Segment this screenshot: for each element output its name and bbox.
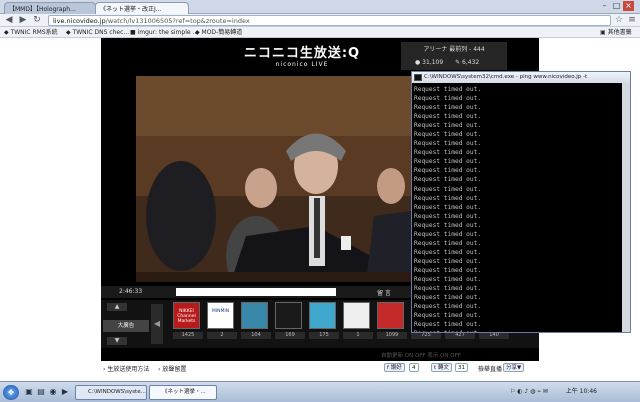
viewer-count: 31,109 — [422, 59, 444, 66]
taskbar: ❖ ▣ ▤ ◉ ▶ C:\WINDOWS\syste... 《ネット選挙・...… — [0, 381, 640, 402]
ad-thumbnail[interactable]: NIKKEI Channel Markets — [173, 302, 200, 329]
bookmark-imgur[interactable]: ■ imgur: the simple ... — [130, 28, 198, 37]
url-domain: live.nicovideo.jp — [53, 17, 106, 25]
ad-count: 1099 — [377, 332, 407, 339]
tab-label: 【MMD】【Holograph... — [9, 6, 76, 13]
wrench-icon[interactable]: ≡ — [627, 15, 637, 25]
footer-link-label: 生放送使用方法 — [107, 366, 150, 373]
cmd-title: C:\WINDOWS\system32\cmd.exe - ping www.n… — [424, 74, 588, 80]
ad-thumbnail[interactable] — [309, 302, 336, 329]
ad-thumbnail[interactable] — [377, 302, 404, 329]
twitter-share-button[interactable]: t 轉文 — [431, 363, 452, 372]
system-tray: ⚐ ◐ ♪ ◍ ⌁ ✉ 上午 10:46 — [510, 386, 597, 398]
start-button[interactable]: ❖ — [3, 385, 19, 400]
big-ad-label[interactable]: 大廣告 — [103, 320, 149, 332]
task-label: C:\WINDOWS\syste... — [88, 389, 146, 395]
bookmark-label: TWNIC RMS系統 — [10, 29, 58, 36]
arena-title: アリーナ 最前列 - 444 — [423, 46, 485, 53]
desktop-icon[interactable]: ▣ — [24, 387, 34, 397]
ad-count: 169 — [275, 332, 305, 339]
share-dropdown-button[interactable]: 分享▼ — [503, 363, 525, 372]
arena-stats: ● 31,109 ✎ 6,432 — [401, 59, 507, 66]
bookmarks-bar: ◆ TWNIC RMS系統 ◆ TWNIC DNS chec... ■ imgu… — [0, 27, 640, 38]
facebook-like-button[interactable]: f 讚好 — [384, 363, 405, 372]
comment-count: 6,432 — [462, 59, 480, 66]
task-chrome[interactable]: 《ネット選挙・... — [149, 385, 217, 400]
close-icon[interactable]: × — [623, 1, 634, 11]
bookmark-twnic-rms[interactable]: ◆ TWNIC RMS系統 — [4, 28, 58, 37]
bookmark-mod[interactable]: ◆ MOD-簡易轉道 — [195, 28, 242, 37]
cmd-titlebar[interactable]: C:\WINDOWS\system32\cmd.exe - ping www.n… — [412, 72, 630, 83]
logo-sub-text: niconico LIVE — [275, 61, 329, 68]
rail-down-button[interactable]: ▼ — [107, 337, 127, 345]
browser-tab-niconico[interactable]: 《ネット選挙・改正J... — [95, 2, 189, 14]
browser-toolbar: ◀ ▶ ↻ live.nicovideo.jp/watch/lv13100650… — [0, 14, 640, 27]
tray-icons[interactable]: ⚐ ◐ ♪ ◍ ⌁ ✉ — [510, 388, 550, 395]
ad-count: 427 — [445, 332, 475, 339]
rail-up-button[interactable]: ▲ — [107, 303, 127, 311]
video-content-image — [136, 76, 414, 282]
cmd-scrollbar[interactable] — [622, 83, 630, 332]
comment-submit-button[interactable]: 留 言 — [377, 288, 391, 297]
bookmark-label: MOD-簡易轉道 — [201, 29, 243, 36]
star-icon[interactable]: ☆ — [614, 15, 624, 25]
bookmark-twnic-dns[interactable]: ◆ TWNIC DNS chec... — [66, 28, 129, 37]
other-bookmarks[interactable]: ▣ 其他書籤 — [600, 28, 632, 37]
ad-count: 175 — [309, 332, 339, 339]
footer-link-label: 放聲留置 — [162, 366, 187, 373]
tab-label: 《ネット選挙・改正J... — [100, 6, 162, 13]
browser-quicklaunch-icon[interactable]: ◉ — [48, 387, 58, 397]
page-footer: › 生放送使用方法 › 放聲留置 f 讚好 4 t 轉文 31 檢舉直播 分享▼ — [0, 361, 640, 381]
ad-thumbnail[interactable] — [241, 302, 268, 329]
video-frame[interactable] — [136, 76, 414, 282]
task-cmd[interactable]: C:\WINDOWS\syste... — [75, 385, 147, 400]
maximize-icon[interactable]: □ — [611, 1, 622, 11]
fb-count: 4 — [409, 363, 419, 372]
comment-input[interactable] — [176, 288, 336, 296]
url-path: /watch/lv131006505?ref=top&zroute=index — [105, 17, 250, 25]
share-count: 31 — [455, 363, 468, 372]
minimize-icon[interactable]: – — [599, 1, 610, 11]
ad-thumbnail[interactable] — [343, 302, 370, 329]
elapsed-time: 2:46:33 — [119, 288, 143, 295]
folder-icon[interactable]: ▤ — [36, 387, 46, 397]
ad-thumbnail[interactable] — [275, 302, 302, 329]
cmd-output: Request timed out. Request timed out. Re… — [414, 86, 482, 332]
cmd-window[interactable]: C:\WINDOWS\system32\cmd.exe - ping www.n… — [411, 71, 631, 333]
footer-link-report[interactable]: › 放聲留置 — [158, 364, 186, 373]
arena-panel: アリーナ 最前列 - 444 ● 31,109 ✎ 6,432 — [401, 42, 507, 70]
browser-tab-strip: 【MMD】【Holograph... 《ネット選挙・改正J... – □ × — [0, 0, 640, 14]
report-live-link[interactable]: 檢舉直播 — [478, 364, 502, 373]
viewer-icon: ● — [415, 59, 421, 66]
ad-count: 1 — [343, 332, 373, 339]
fb-label: 讚好 — [390, 365, 402, 371]
comment-icon: ✎ — [455, 59, 461, 66]
niconico-live-logo: ニコニコ生放送:Q niconico LIVE — [207, 42, 397, 72]
ad-count: 140 — [479, 332, 509, 339]
ad-count: 725 — [411, 332, 441, 339]
ad-count: 1425 — [173, 332, 203, 339]
bookmark-label: imgur: the simple ... — [137, 29, 199, 36]
reload-icon[interactable]: ↻ — [32, 15, 42, 25]
forward-icon[interactable]: ▶ — [18, 15, 28, 25]
other-bookmarks-label: 其他書籤 — [607, 29, 632, 36]
display-toggles[interactable]: 自動更新 ON OFF 表示 ON OFF — [381, 351, 461, 359]
ad-count: 104 — [241, 332, 271, 339]
ad-count: 2 — [207, 332, 237, 339]
media-icon[interactable]: ▶ — [60, 387, 70, 397]
address-bar[interactable]: live.nicovideo.jp/watch/lv131006505?ref=… — [48, 15, 611, 26]
bookmark-label: TWNIC DNS chec... — [72, 29, 130, 36]
rail-prev-icon[interactable]: ◀ — [151, 304, 163, 344]
browser-tab-mmd[interactable]: 【MMD】【Holograph... — [4, 2, 96, 14]
ad-thumbnail[interactable]: MINMIN — [207, 302, 234, 329]
cmd-icon — [414, 74, 422, 81]
task-label: 《ネット選挙・... — [162, 389, 206, 395]
clock: 上午 10:46 — [565, 388, 597, 395]
footer-link-guide[interactable]: › 生放送使用方法 — [103, 364, 149, 373]
back-icon[interactable]: ◀ — [4, 15, 14, 25]
share-label: 轉文 — [437, 365, 449, 371]
logo-main-text: ニコニコ生放送:Q — [243, 46, 361, 61]
